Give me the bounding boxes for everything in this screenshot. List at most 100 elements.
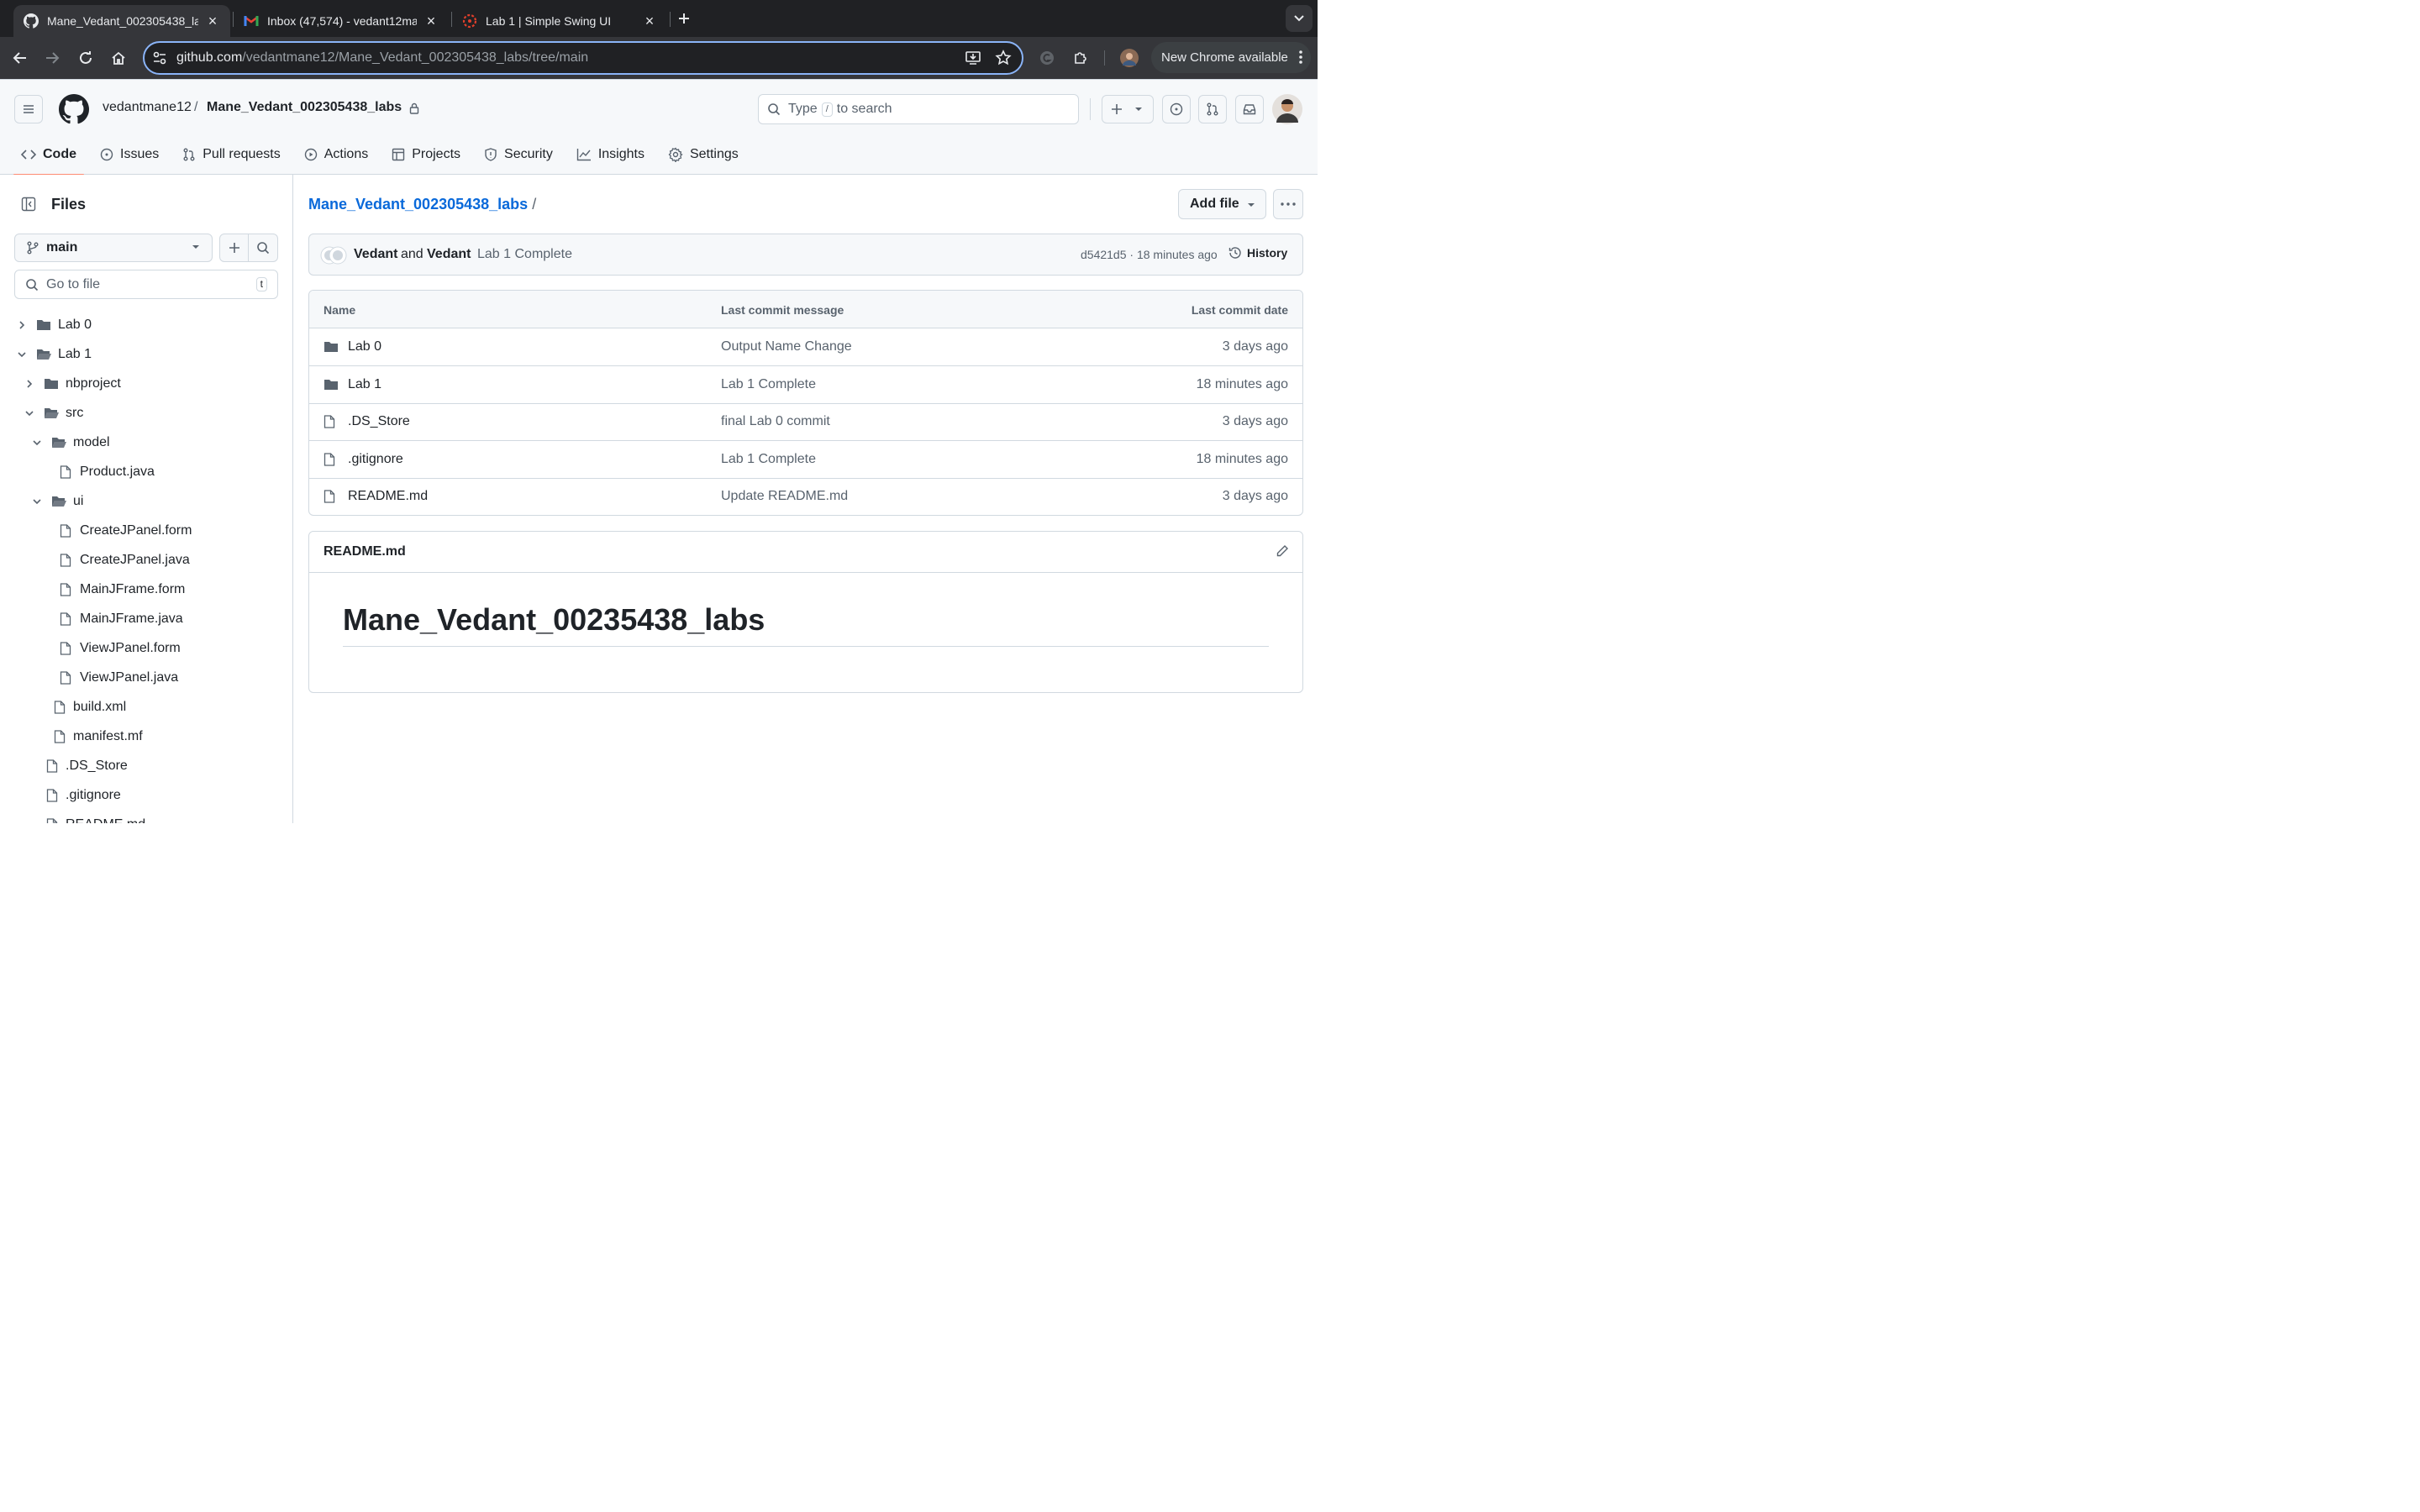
extensions-button[interactable] [1067,45,1094,71]
browser-tab-gmail[interactable]: Inbox (47,574) - vedant12mane@gmail.com … [234,5,449,37]
commit-author-2[interactable]: Vedant [427,247,471,262]
go-to-file-input[interactable]: Go to file t [14,270,278,299]
tree-file[interactable]: .DS_Store [0,751,292,780]
browser-tab-canvas[interactable]: Lab 1 | Simple Swing UI × [452,5,667,37]
issues-button[interactable] [1162,95,1191,123]
commit-message-link[interactable]: Update README.md [721,489,848,504]
tree-file[interactable]: ViewJPanel.java [0,663,292,692]
tree-file[interactable]: Product.java [0,457,292,486]
inbox-button[interactable] [1235,95,1264,123]
table-row[interactable]: .DS_Store final Lab 0 commit 3 days ago [309,403,1302,441]
table-row[interactable]: Lab 0 Output Name Change 3 days ago [309,328,1302,366]
readme-filename[interactable]: README.md [324,544,406,559]
tree-file[interactable]: manifest.mf [0,722,292,751]
owner-link[interactable]: vedantmane12 [103,100,192,115]
commit-author-1[interactable]: Vedant [354,247,397,262]
tree-file[interactable]: .gitignore [0,780,292,810]
chevron-right-icon[interactable] [15,318,29,332]
edit-readme-button[interactable] [1276,544,1289,558]
address-bar[interactable]: github.com/vedantmane12/Mane_Vedant_0023… [143,41,1023,75]
new-tab-button[interactable] [671,5,697,32]
commit-message-link[interactable]: final Lab 0 commit [721,414,830,429]
collapse-sidebar-button[interactable] [14,190,43,218]
back-button[interactable] [7,45,34,71]
plus-icon [679,13,689,24]
tree-folder[interactable]: src [0,398,292,428]
column-header-date: Last commit date [1191,303,1288,317]
close-icon[interactable]: × [424,13,439,29]
create-new-button[interactable] [1102,95,1154,123]
plus-icon [229,243,239,253]
file-name-link[interactable]: .gitignore [348,452,403,467]
tree-file[interactable]: MainJFrame.form [0,575,292,604]
github-logo-icon[interactable] [59,94,89,124]
more-options-button[interactable] [1273,189,1303,219]
table-row[interactable]: .gitignore Lab 1 Complete 18 minutes ago [309,441,1302,479]
browser-tab-github[interactable]: Mane_Vedant_002305438_labs × [13,5,230,37]
chrome-profile-avatar[interactable] [1116,45,1143,71]
chevron-right-icon[interactable] [23,377,36,391]
folder-icon [44,377,59,391]
file-name-link[interactable]: .DS_Store [348,414,410,429]
new-chrome-available-button[interactable]: New Chrome available [1151,42,1311,73]
tab-search-button[interactable] [1286,5,1313,32]
reload-button[interactable] [72,45,99,71]
site-settings-icon[interactable] [152,50,167,66]
tree-folder[interactable]: model [0,428,292,457]
tab-insights[interactable]: Insights [569,135,652,174]
file-name-link[interactable]: Lab 1 [348,377,381,392]
tree-file[interactable]: build.xml [0,692,292,722]
search-input[interactable]: Type / to search [758,94,1079,124]
hamburger-menu-button[interactable] [14,95,43,123]
tab-label: Issues [120,147,160,161]
commit-message-link[interactable]: Lab 1 Complete [477,247,572,262]
search-files-button[interactable] [249,234,278,262]
history-button[interactable]: History [1228,246,1287,260]
add-file-button[interactable] [219,234,249,262]
file-name-link[interactable]: README.md [348,489,428,504]
tree-folder[interactable]: nbproject [0,369,292,398]
close-icon[interactable]: × [205,13,220,29]
user-avatar[interactable] [1272,94,1302,124]
commit-message-link[interactable]: Output Name Change [721,339,852,354]
grammarly-extension-button[interactable] [1034,45,1060,71]
tree-file[interactable]: MainJFrame.java [0,604,292,633]
tab-code[interactable]: Code [13,135,84,176]
branch-selector[interactable]: main [14,234,213,262]
repo-name-link[interactable]: Mane_Vedant_002305438_labs [207,100,402,115]
repo-root-link[interactable]: Mane_Vedant_002305438_labs [308,196,528,213]
tree-file[interactable]: CreateJPanel.java [0,545,292,575]
tab-security[interactable]: Security [476,135,560,174]
close-icon[interactable]: × [642,13,657,29]
pull-request-icon [182,148,196,161]
file-icon [54,729,66,743]
tab-projects[interactable]: Projects [384,135,468,174]
tab-pull-requests[interactable]: Pull requests [175,135,288,174]
commit-sha[interactable]: d5421d5 [1081,248,1127,261]
file-name-link[interactable]: Lab 0 [348,339,381,354]
tree-folder[interactable]: Lab 0 [0,310,292,339]
tree-file[interactable]: CreateJPanel.form [0,516,292,545]
add-file-button[interactable]: Add file [1178,189,1266,219]
tree-folder[interactable]: Lab 1 [0,339,292,369]
chevron-down-icon[interactable] [30,436,44,449]
tab-actions[interactable]: Actions [297,135,376,174]
tab-settings[interactable]: Settings [660,135,746,174]
chevron-down-icon[interactable] [15,348,29,361]
plus-icon [1112,104,1122,114]
chevron-down-icon[interactable] [23,407,36,420]
home-button[interactable] [105,45,132,71]
tree-file[interactable]: README.md [0,810,292,823]
forward-button[interactable] [39,45,66,71]
table-row[interactable]: README.md Update README.md 3 days ago [309,478,1302,515]
install-app-icon[interactable] [965,50,981,66]
bookmark-star-icon[interactable] [995,50,1012,66]
chevron-down-icon[interactable] [30,495,44,508]
tree-file[interactable]: ViewJPanel.form [0,633,292,663]
tree-folder[interactable]: ui [0,486,292,516]
table-row[interactable]: Lab 1 Lab 1 Complete 18 minutes ago [309,366,1302,404]
pull-requests-button[interactable] [1198,95,1227,123]
tab-issues[interactable]: Issues [92,135,166,174]
commit-message-link[interactable]: Lab 1 Complete [721,452,816,467]
commit-message-link[interactable]: Lab 1 Complete [721,377,816,392]
